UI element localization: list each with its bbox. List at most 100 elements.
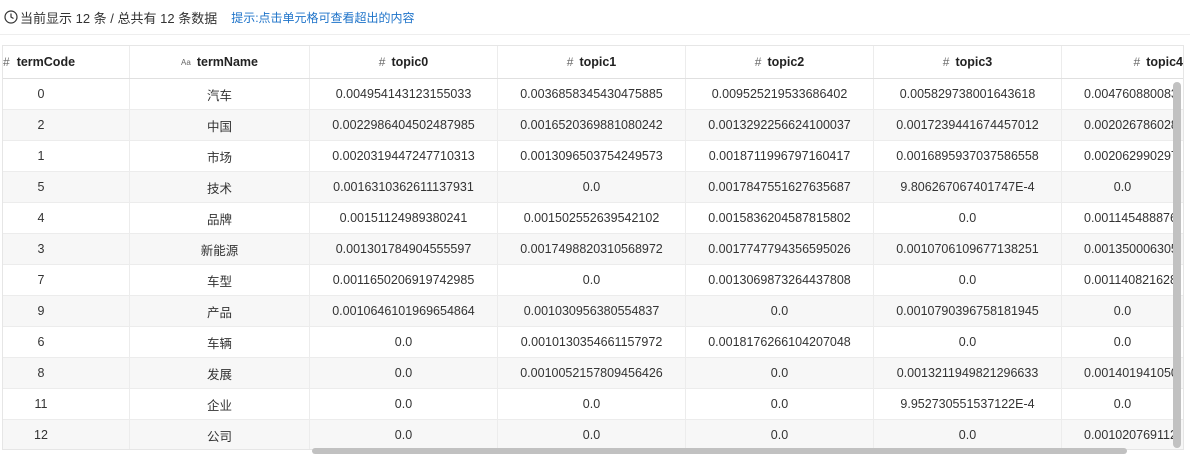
table-cell[interactable]: 0.0 — [498, 265, 686, 295]
table-cell[interactable]: 0.0 — [686, 420, 874, 449]
table-cell[interactable]: 0.0 — [498, 172, 686, 202]
table-cell[interactable]: 0.001020769112 — [1062, 420, 1183, 449]
table-cell[interactable]: 0.001350006305 — [1062, 234, 1183, 264]
table-cell[interactable]: 0.0020319447247710313 — [310, 141, 498, 171]
table-cell[interactable]: 0.0011650206919742985 — [310, 265, 498, 295]
table-cell[interactable]: 0.0017498820310568972 — [498, 234, 686, 264]
horizontal-scrollbar[interactable] — [312, 448, 1127, 454]
table-cell[interactable]: 0.0036858345430475885 — [498, 79, 686, 109]
table-cell[interactable]: 0.0 — [1062, 172, 1183, 202]
table-cell[interactable]: 0.0013292256624100037 — [686, 110, 874, 140]
table-cell[interactable]: 0.0013069873264437808 — [686, 265, 874, 295]
table-cell[interactable]: 0.001030956380554837 — [498, 296, 686, 326]
table-cell[interactable]: 0.004954143123155033 — [310, 79, 498, 109]
table-cell[interactable]: 0.001401941050 — [1062, 358, 1183, 388]
table-cell[interactable]: 2 — [3, 110, 130, 140]
table-cell[interactable]: 0.0 — [686, 389, 874, 419]
table-cell[interactable]: 0.0 — [1062, 296, 1183, 326]
table-row: 6 车辆 0.0 0.0010130354661157972 0.00181762661… — [3, 327, 1183, 358]
table-cell[interactable]: 公司 — [130, 420, 310, 449]
table-cell[interactable]: 产品 — [130, 296, 310, 326]
number-type-icon: # — [754, 55, 762, 69]
table-cell[interactable]: 1 — [3, 141, 130, 171]
table-cell[interactable]: 8 — [3, 358, 130, 388]
table-cell[interactable]: 0.005829738001643618 — [874, 79, 1062, 109]
table-cell[interactable]: 市场 — [130, 141, 310, 171]
table-cell[interactable]: 企业 — [130, 389, 310, 419]
table-cell[interactable]: 0.0 — [874, 265, 1062, 295]
table-cell[interactable]: 0.0018176266104207048 — [686, 327, 874, 357]
table-cell[interactable]: 0.0 — [310, 358, 498, 388]
table-cell[interactable]: 12 — [3, 420, 130, 449]
table-cell[interactable]: 0.0 — [498, 420, 686, 449]
column-header-termcode[interactable]: # termCode — [3, 46, 130, 78]
table-cell[interactable]: 0.001502552639542102 — [498, 203, 686, 233]
table-cell[interactable]: 车辆 — [130, 327, 310, 357]
table-cell[interactable]: 0.0016895937037586558 — [874, 141, 1062, 171]
table-cell[interactable]: 0 — [3, 79, 130, 109]
table-cell[interactable]: 0.00151124989380241 — [310, 203, 498, 233]
table-cell[interactable]: 11 — [3, 389, 130, 419]
table-cell[interactable]: 0.0 — [1062, 327, 1183, 357]
table-cell[interactable]: 0.0010706109677138251 — [874, 234, 1062, 264]
table-cell[interactable]: 0.0010790396758181945 — [874, 296, 1062, 326]
table-cell[interactable]: 9 — [3, 296, 130, 326]
table-cell[interactable]: 0.002026786028 — [1062, 110, 1183, 140]
table-cell[interactable]: 0.001140821628 — [1062, 265, 1183, 295]
table-cell[interactable]: 0.0 — [874, 203, 1062, 233]
table-cell[interactable]: 0.0 — [874, 420, 1062, 449]
column-header-topic0[interactable]: # topic0 — [310, 46, 498, 78]
table-cell[interactable]: 0.0 — [310, 327, 498, 357]
table-cell[interactable]: 技术 — [130, 172, 310, 202]
table-cell[interactable]: 0.0022986404502487985 — [310, 110, 498, 140]
table-cell[interactable]: 0.0016520369881080242 — [498, 110, 686, 140]
table-cell[interactable]: 0.0 — [1062, 389, 1183, 419]
table-cell[interactable]: 车型 — [130, 265, 310, 295]
column-header-topic3[interactable]: # topic3 — [874, 46, 1062, 78]
table-cell[interactable]: 0.004760880083 — [1062, 79, 1183, 109]
table-cell[interactable]: 0.0015836204587815802 — [686, 203, 874, 233]
column-header-termname[interactable]: Aa termName — [130, 46, 310, 78]
table-cell[interactable]: 9.806267067401747E-4 — [874, 172, 1062, 202]
column-header-topic4[interactable]: # topic4 — [1062, 46, 1184, 78]
column-header-topic2[interactable]: # topic2 — [686, 46, 874, 78]
table-cell[interactable]: 0.001145488876 — [1062, 203, 1183, 233]
table-cell[interactable]: 0.0 — [686, 296, 874, 326]
table-cell[interactable]: 汽车 — [130, 79, 310, 109]
table-cell[interactable]: 0.0 — [310, 389, 498, 419]
table-cell[interactable]: 0.0010052157809456426 — [498, 358, 686, 388]
table-cell[interactable]: 0.0018711996797160417 — [686, 141, 874, 171]
table-cell[interactable]: 0.002062990297 — [1062, 141, 1183, 171]
column-header-topic1[interactable]: # topic1 — [498, 46, 686, 78]
table-cell[interactable]: 0.0 — [874, 327, 1062, 357]
table-cell[interactable]: 9.952730551537122E-4 — [874, 389, 1062, 419]
table-cell[interactable]: 发展 — [130, 358, 310, 388]
table-cell[interactable]: 新能源 — [130, 234, 310, 264]
table-cell[interactable]: 0.0017847551627635687 — [686, 172, 874, 202]
table-cell[interactable]: 0.001301784904555597 — [310, 234, 498, 264]
table-cell[interactable]: 0.0017239441674457012 — [874, 110, 1062, 140]
vertical-scrollbar[interactable] — [1173, 82, 1181, 448]
table-cell[interactable]: 4 — [3, 203, 130, 233]
table-cell[interactable]: 0.0010130354661157972 — [498, 327, 686, 357]
table-cell[interactable]: 0.0010646101969654864 — [310, 296, 498, 326]
table-cell[interactable]: 0.009525219533686402 — [686, 79, 874, 109]
table-cell[interactable]: 0.0 — [498, 389, 686, 419]
table-cell[interactable]: 中国 — [130, 110, 310, 140]
table-cell[interactable]: 3 — [3, 234, 130, 264]
table-row: 5 技术 0.0016310362611137931 0.0 0.00178475516… — [3, 172, 1183, 203]
table-cell[interactable]: 5 — [3, 172, 130, 202]
table-cell[interactable]: 0.0 — [686, 358, 874, 388]
table-cell[interactable]: 7 — [3, 265, 130, 295]
table-cell[interactable]: 6 — [3, 327, 130, 357]
column-header-label: topic4 — [1146, 55, 1183, 69]
table-cell[interactable]: 0.0013211949821296633 — [874, 358, 1062, 388]
table-cell[interactable]: 0.0017747794356595026 — [686, 234, 874, 264]
table-cell[interactable]: 0.0016310362611137931 — [310, 172, 498, 202]
column-header-label: termCode — [16, 55, 76, 69]
number-type-icon: # — [378, 55, 386, 69]
table-cell[interactable]: 0.0 — [310, 420, 498, 449]
table-cell[interactable]: 0.0013096503754249573 — [498, 141, 686, 171]
table-cell[interactable]: 品牌 — [130, 203, 310, 233]
record-count-text: 当前显示 12 条 / 总共有 12 条数据 — [20, 10, 218, 26]
